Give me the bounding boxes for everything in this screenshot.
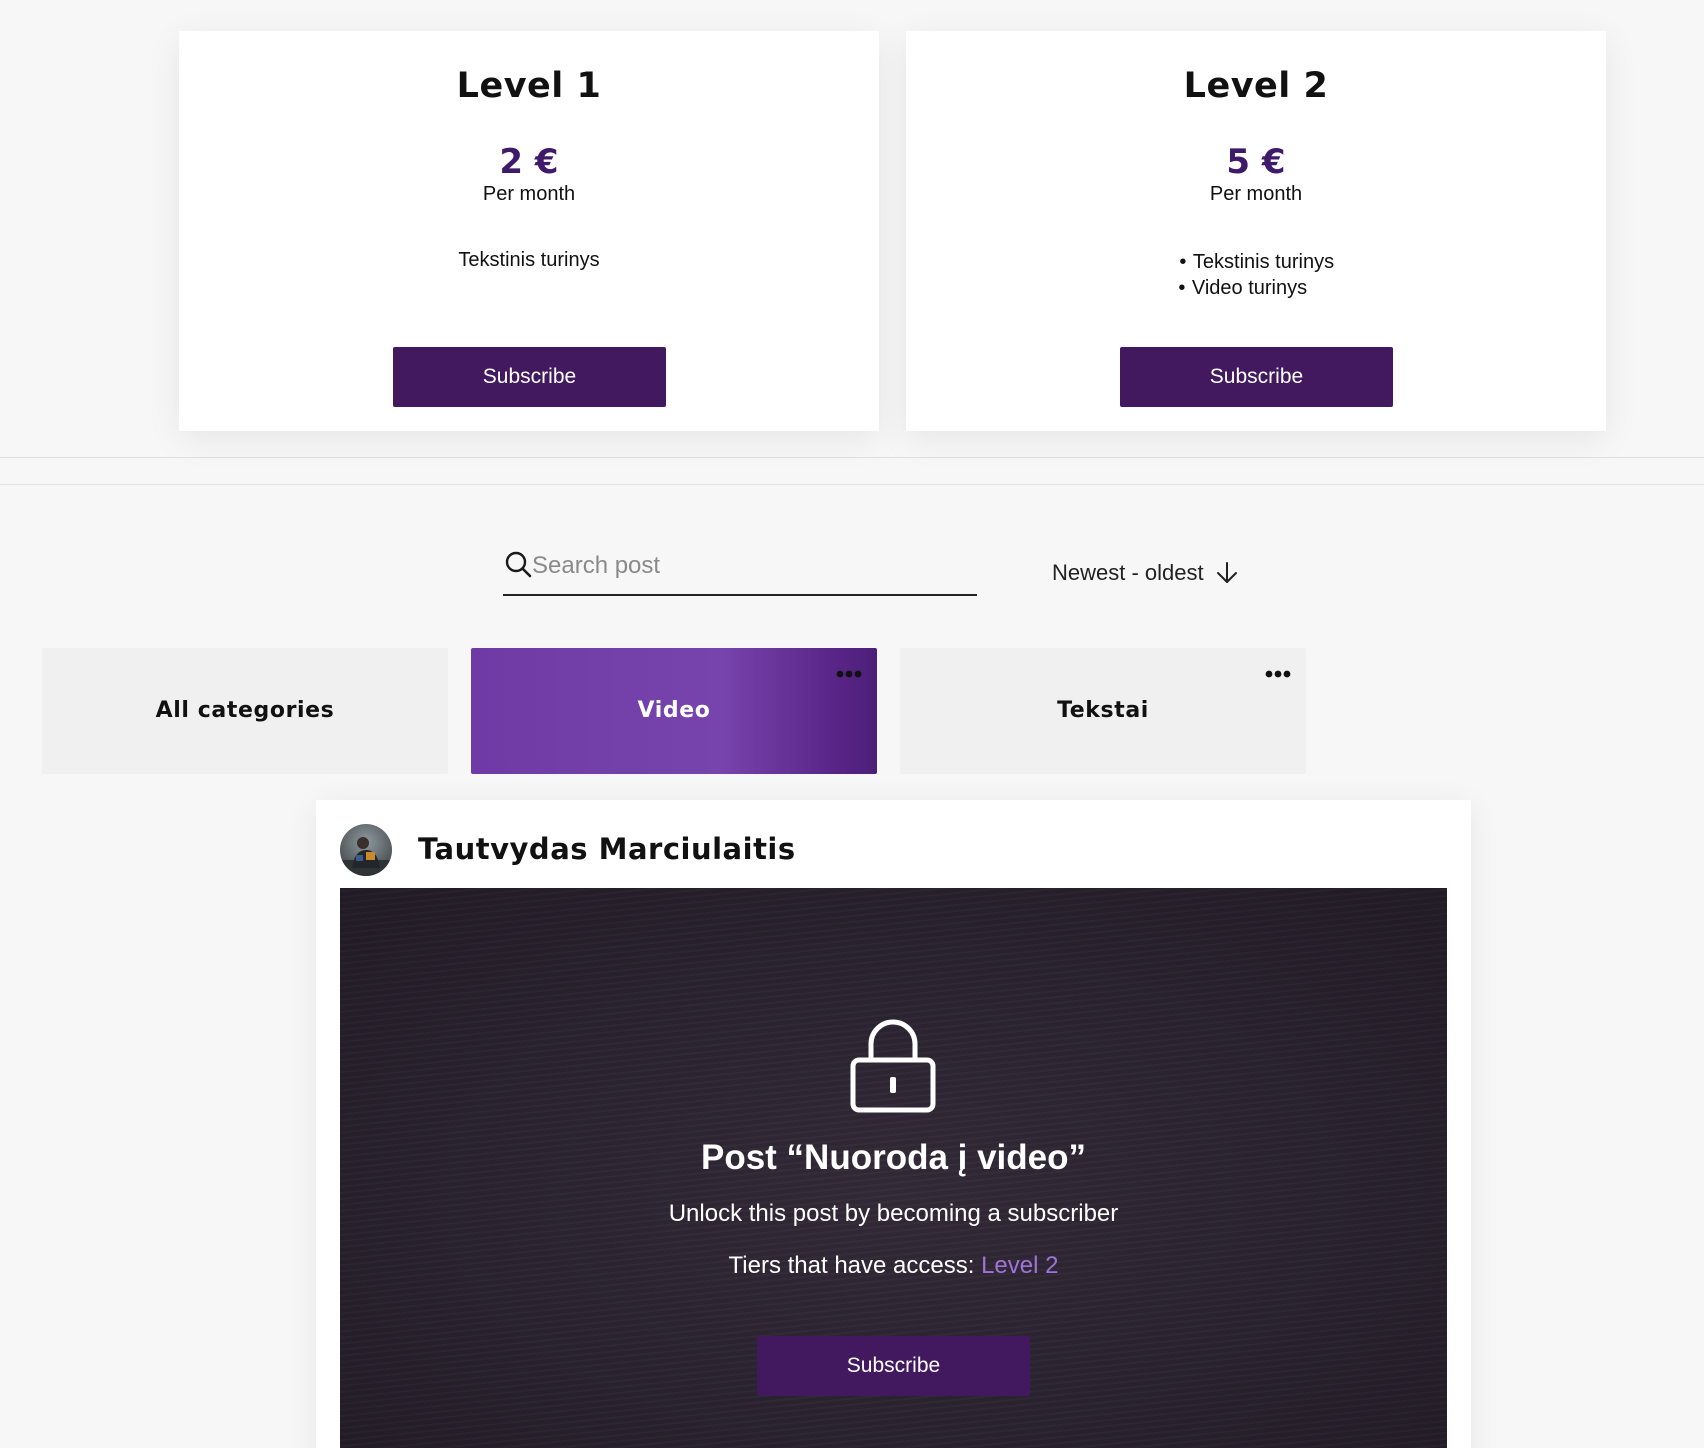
sort-dropdown[interactable]: Newest - oldest: [1052, 556, 1240, 590]
category-all[interactable]: All categories: [42, 648, 448, 774]
subscribe-button-post[interactable]: Subscribe: [757, 1336, 1030, 1396]
locked-post-overlay: Post “Nuoroda į video” Unlock this post …: [340, 888, 1447, 1448]
avatar-image: [340, 824, 392, 876]
bullet-icon: •: [1179, 251, 1187, 273]
avatar[interactable]: [340, 824, 392, 876]
tiers-access-label: Tiers that have access:: [728, 1252, 982, 1279]
tier-title: Level 1: [456, 66, 602, 106]
category-label: All categories: [155, 698, 335, 723]
tier-feature-item: • Tekstinis turinys: [906, 249, 1606, 275]
tier-feature: Video turinys: [1191, 277, 1308, 299]
tier-card-level-1: Level 1 2 € Per month Tekstinis turinys …: [179, 31, 879, 431]
subscribe-button-level-2[interactable]: Subscribe: [1120, 347, 1393, 407]
more-options-icon[interactable]: [836, 669, 862, 679]
tier-link-level-2[interactable]: Level 2: [981, 1252, 1058, 1279]
tier-card-level-2: Level 2 5 € Per month • Tekstinis turinys…: [906, 31, 1606, 431]
category-label: Tekstai: [1057, 698, 1149, 723]
arrow-down-icon: [1216, 562, 1237, 583]
category-video[interactable]: Video: [471, 648, 877, 774]
locked-post-title: Post “Nuoroda į video”: [700, 1138, 1087, 1177]
divider: [0, 457, 1704, 458]
tier-feature-list: • Tekstinis turinys • Video turinys: [906, 249, 1606, 301]
search-icon: [505, 551, 532, 578]
subscribe-button-level-1[interactable]: Subscribe: [393, 347, 666, 407]
search-bar: [503, 546, 977, 596]
tier-feature-item: • Video turinys: [906, 275, 1606, 301]
tier-title: Level 2: [1183, 66, 1329, 106]
locked-post-subtitle: Unlock this post by becoming a subscribe…: [668, 1200, 1119, 1227]
tier-feature: Tekstinis turinys: [1192, 251, 1335, 273]
tiers-access-text: Tiers that have access: Level 2: [340, 1250, 1447, 1282]
tier-price: 5 €: [1226, 142, 1286, 182]
search-input[interactable]: [532, 546, 972, 586]
tier-period: Per month: [482, 183, 576, 205]
more-options-icon[interactable]: [1265, 669, 1291, 679]
tier-feature: Tekstinis turinys: [458, 249, 600, 271]
lock-icon: [850, 1019, 936, 1113]
divider: [0, 484, 1704, 485]
pricing-tiers: Level 1 2 € Per month Tekstinis turinys …: [0, 0, 1704, 457]
page: Level 1 2 € Per month Tekstinis turinys …: [0, 0, 1704, 1448]
post-card: Tautvydas Marciulaitis Post “Nuoroda į v…: [316, 800, 1471, 1448]
tier-price: 2 €: [499, 142, 559, 182]
category-label: Video: [637, 698, 711, 723]
bullet-icon: •: [1178, 277, 1186, 299]
tier-period: Per month: [1209, 183, 1303, 205]
author-name[interactable]: Tautvydas Marciulaitis: [418, 830, 796, 868]
category-tekstai[interactable]: Tekstai: [900, 648, 1306, 774]
sort-label: Newest - oldest: [1052, 560, 1204, 585]
